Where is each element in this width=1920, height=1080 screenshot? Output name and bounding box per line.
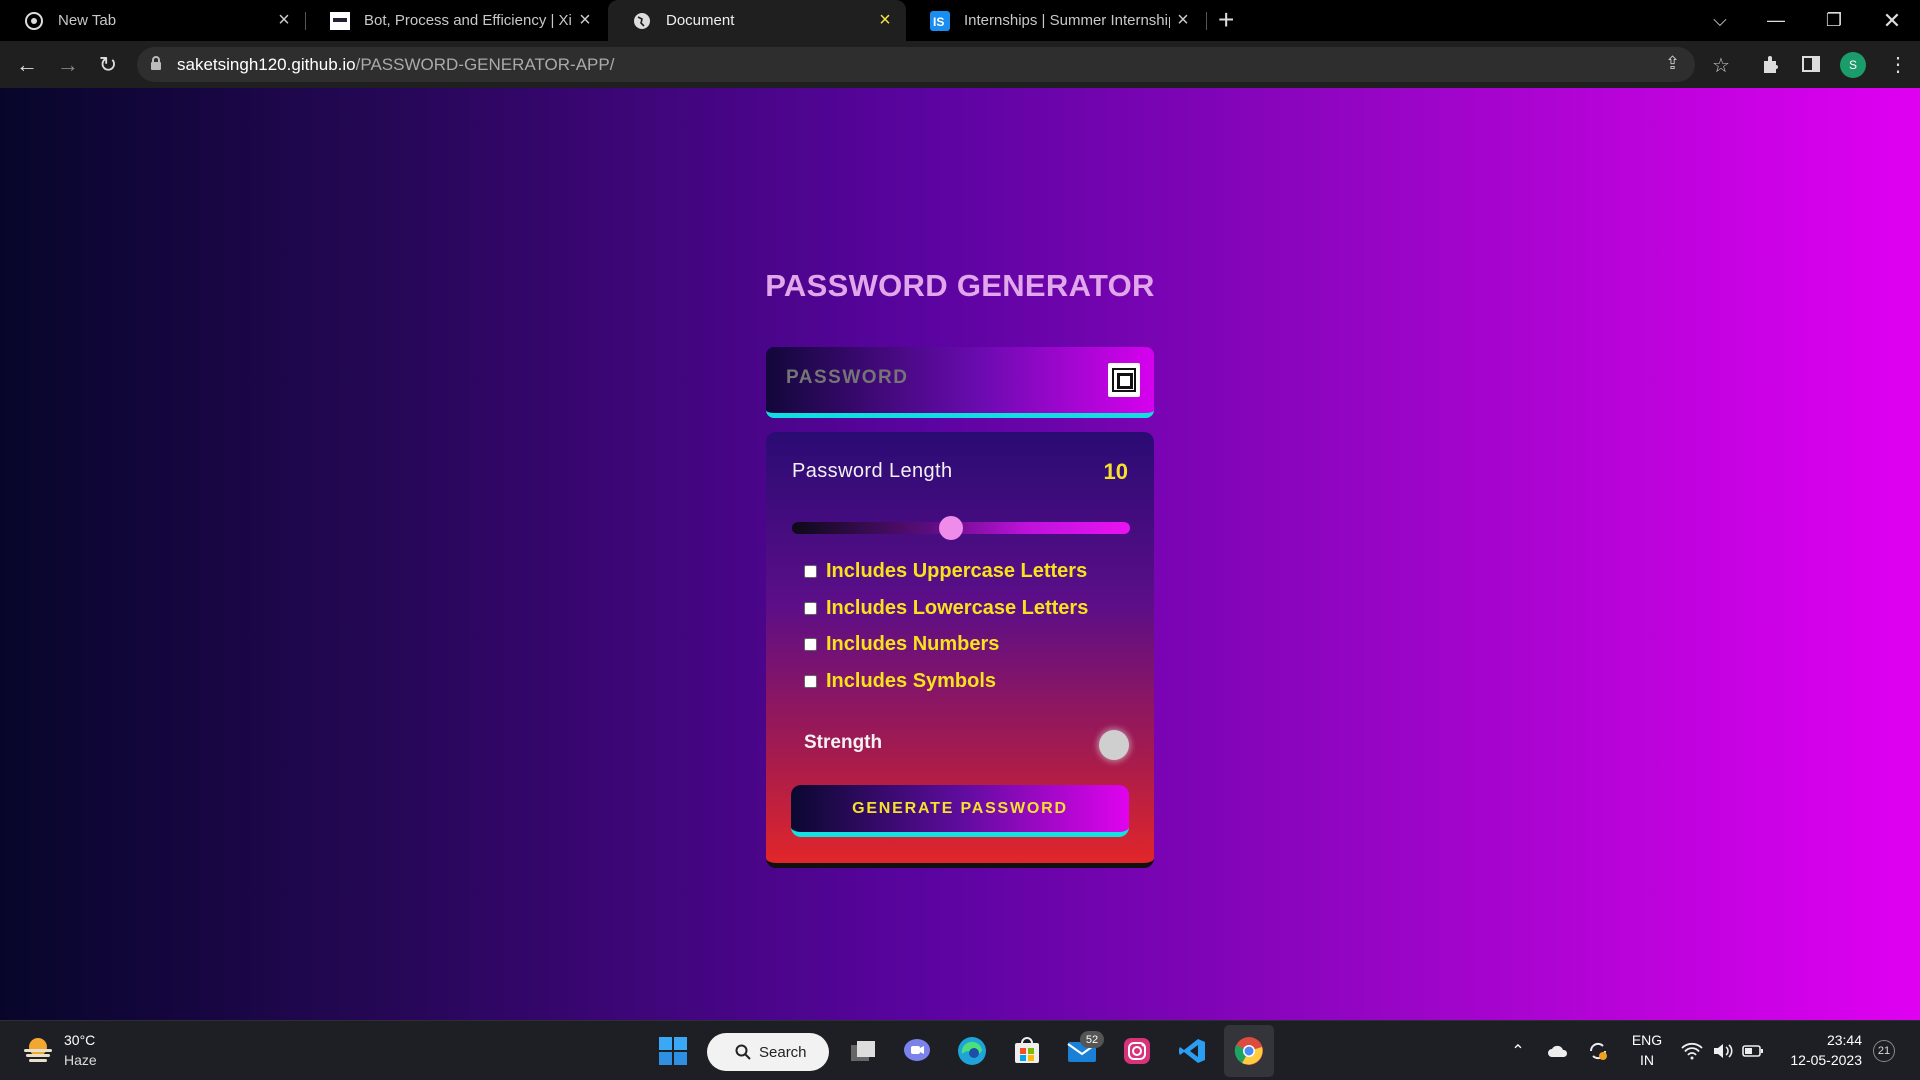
uppercase-checkbox[interactable] bbox=[804, 564, 817, 578]
tab-label: Internships | Summer Internship 2023 bbox=[964, 12, 1170, 29]
notification-count-badge[interactable]: 21 bbox=[1873, 1040, 1895, 1062]
globe-icon bbox=[632, 11, 652, 31]
generate-password-button[interactable]: GENERATE PASSWORD bbox=[791, 785, 1129, 837]
tab-xivtech[interactable]: Bot, Process and Efficiency | XivTech × bbox=[306, 0, 606, 41]
tab-divider bbox=[1206, 12, 1207, 30]
battery-icon[interactable] bbox=[1737, 1035, 1769, 1067]
sync-update-icon[interactable] bbox=[1582, 1035, 1614, 1067]
address-bar: ← → ↻ saketsingh120.github.io/PASSWORD-G… bbox=[0, 41, 1920, 88]
option-label: Includes Uppercase Letters bbox=[826, 559, 1088, 582]
tab-new-tab[interactable]: New Tab × bbox=[0, 0, 305, 41]
side-panel-icon[interactable] bbox=[1802, 55, 1820, 78]
option-uppercase[interactable]: Includes Uppercase Letters bbox=[804, 558, 1087, 584]
tab-label: Bot, Process and Efficiency | XivTech bbox=[364, 12, 572, 29]
tab-search-chevron-icon[interactable]: ⌵ bbox=[1692, 0, 1748, 41]
strength-indicator bbox=[1099, 730, 1129, 760]
copy-icon bbox=[1112, 368, 1136, 392]
close-tab-icon[interactable]: × bbox=[1170, 9, 1196, 32]
mail-unread-badge: 52 bbox=[1080, 1031, 1104, 1048]
lock-icon[interactable] bbox=[149, 55, 163, 76]
kebab-menu-icon[interactable]: ⋮ bbox=[1888, 52, 1908, 77]
option-symbols[interactable]: Includes Symbols bbox=[804, 668, 996, 694]
windows-taskbar: 30°C Haze Search 52 ⌃ ENG IN 23:44 12-05… bbox=[0, 1020, 1920, 1080]
onedrive-cloud-icon[interactable] bbox=[1542, 1035, 1574, 1067]
task-view-icon[interactable] bbox=[847, 1035, 879, 1067]
weather-temperature[interactable]: 30°C bbox=[64, 1032, 95, 1048]
restore-icon[interactable]: ❐ bbox=[1806, 0, 1862, 41]
length-slider-thumb[interactable] bbox=[939, 516, 963, 540]
page-viewport: PASSWORD GENERATOR Password Length 10 In… bbox=[0, 88, 1920, 1020]
length-value: 10 bbox=[1103, 459, 1128, 484]
strength-label: Strength bbox=[804, 732, 883, 753]
password-display bbox=[766, 347, 1154, 418]
share-icon[interactable]: ⇪ bbox=[1665, 53, 1680, 74]
profile-avatar[interactable]: S bbox=[1840, 52, 1866, 78]
weather-description[interactable]: Haze bbox=[64, 1052, 97, 1068]
xivtech-favicon bbox=[330, 11, 350, 31]
volume-icon[interactable] bbox=[1707, 1035, 1739, 1067]
instagram-icon[interactable] bbox=[1121, 1035, 1153, 1067]
search-icon bbox=[735, 1044, 751, 1060]
option-label: Includes Symbols bbox=[826, 669, 997, 692]
haze-weather-icon[interactable] bbox=[22, 1035, 54, 1065]
copy-button[interactable] bbox=[1108, 363, 1140, 397]
clock-date[interactable]: 12-05-2023 bbox=[1770, 1052, 1862, 1068]
bookmark-star-icon[interactable]: ☆ bbox=[1712, 53, 1730, 78]
microsoft-store-icon[interactable] bbox=[1011, 1035, 1043, 1067]
vscode-icon[interactable] bbox=[1176, 1035, 1208, 1067]
close-tab-icon[interactable]: × bbox=[572, 9, 598, 32]
chrome-icon bbox=[24, 11, 44, 31]
minimize-icon[interactable]: — bbox=[1748, 0, 1804, 41]
edge-browser-icon[interactable] bbox=[956, 1035, 988, 1067]
reload-icon[interactable]: ↻ bbox=[92, 49, 124, 81]
option-lowercase[interactable]: Includes Lowercase Letters bbox=[804, 595, 1088, 621]
chevron-up-icon[interactable]: ⌃ bbox=[1502, 1035, 1534, 1067]
tab-strip: New Tab × Bot, Process and Efficiency | … bbox=[0, 0, 1920, 41]
new-tab-plus-icon[interactable]: + bbox=[1218, 4, 1234, 36]
language-secondary[interactable]: IN bbox=[1627, 1052, 1667, 1068]
clock-time[interactable]: 23:44 bbox=[1770, 1032, 1862, 1048]
chrome-taskbar-icon[interactable] bbox=[1233, 1035, 1265, 1067]
close-tab-icon[interactable]: × bbox=[872, 9, 898, 32]
url-text[interactable]: saketsingh120.github.io/PASSWORD-GENERAT… bbox=[177, 55, 614, 75]
wifi-icon[interactable] bbox=[1676, 1035, 1708, 1067]
back-arrow-icon[interactable]: ← bbox=[11, 49, 43, 81]
teams-chat-icon[interactable] bbox=[901, 1035, 933, 1067]
tab-document[interactable]: Document × bbox=[608, 0, 906, 41]
lowercase-checkbox[interactable] bbox=[804, 601, 817, 615]
url-path: /PASSWORD-GENERATOR-APP/ bbox=[355, 55, 615, 74]
tab-label: Document bbox=[666, 12, 735, 29]
close-tab-icon[interactable]: × bbox=[271, 9, 297, 32]
length-label: Password Length bbox=[792, 460, 953, 482]
password-output-field[interactable] bbox=[786, 367, 1086, 389]
taskbar-search[interactable]: Search bbox=[707, 1033, 829, 1071]
settings-panel: Password Length 10 Includes Uppercase Le… bbox=[766, 432, 1154, 868]
numbers-checkbox[interactable] bbox=[804, 637, 817, 651]
tab-internships[interactable]: IS Internships | Summer Internship 2023 … bbox=[906, 0, 1204, 41]
close-window-icon[interactable]: ✕ bbox=[1864, 0, 1920, 41]
page-title: PASSWORD GENERATOR bbox=[765, 268, 1155, 303]
tab-label: New Tab bbox=[58, 12, 117, 29]
internshala-favicon: IS bbox=[930, 10, 950, 31]
option-label: Includes Lowercase Letters bbox=[826, 596, 1089, 619]
url-host: saketsingh120.github.io bbox=[177, 55, 356, 74]
option-label: Includes Numbers bbox=[826, 632, 1000, 655]
svg-text:IS: IS bbox=[933, 15, 944, 29]
symbols-checkbox[interactable] bbox=[804, 674, 817, 688]
omnibox[interactable]: saketsingh120.github.io/PASSWORD-GENERAT… bbox=[137, 47, 1730, 82]
option-numbers[interactable]: Includes Numbers bbox=[804, 631, 999, 657]
forward-arrow-icon[interactable]: → bbox=[52, 49, 84, 81]
language-primary[interactable]: ENG bbox=[1627, 1032, 1667, 1048]
extensions-puzzle-icon[interactable] bbox=[1761, 55, 1781, 80]
search-label: Search bbox=[759, 1043, 807, 1061]
windows-start-icon[interactable] bbox=[657, 1035, 689, 1067]
